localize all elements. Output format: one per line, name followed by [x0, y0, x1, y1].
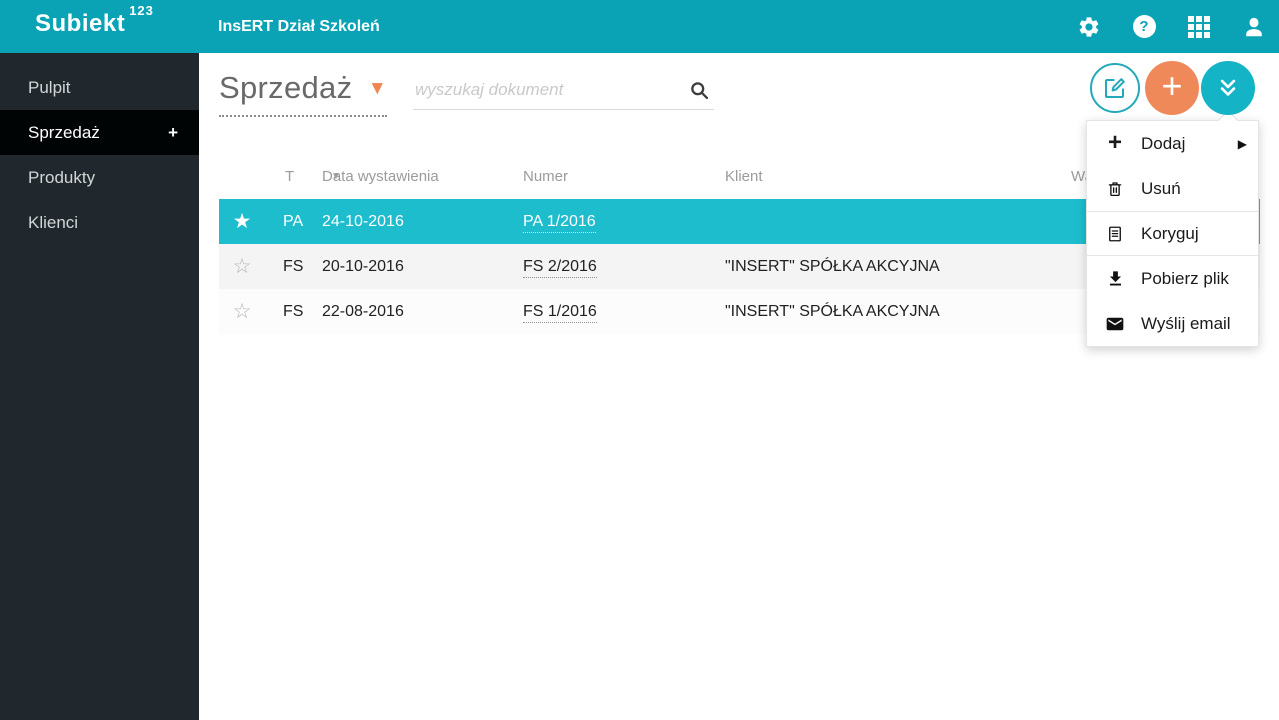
page-title: Sprzedaż [219, 70, 352, 106]
cell-issue-date: 24-10-2016 [322, 199, 404, 244]
doc-number-link[interactable]: FS 2/2016 [523, 244, 597, 289]
trash-icon [1104, 180, 1126, 198]
app-logo[interactable]: Subiekt123 [35, 10, 154, 38]
settings-gear-icon[interactable] [1076, 14, 1102, 40]
help-question-glyph: ? [1133, 15, 1156, 38]
star-outline-icon[interactable]: ☆ [229, 289, 255, 334]
topbar: Subiekt123 InsERT Dział Szkoleń ? [0, 0, 1279, 53]
sidebar-item-label: Sprzedaż [28, 123, 100, 142]
document-icon [1104, 225, 1126, 243]
menu-item-wyslij-email[interactable]: Wyślij email [1087, 301, 1258, 346]
cell-issue-date: 20-10-2016 [322, 244, 404, 289]
page-title-dropdown[interactable]: Sprzedaż ▼ [219, 70, 387, 117]
column-header-type: T [285, 155, 294, 199]
doc-number-link[interactable]: PA 1/2016 [523, 199, 596, 244]
column-header-client: Klient [725, 155, 763, 199]
app-root: Subiekt123 InsERT Dział Szkoleń ? Pulpit… [0, 0, 1279, 720]
cell-doc-type: FS [283, 289, 303, 334]
star-outline-icon[interactable]: ☆ [229, 244, 255, 289]
sort-caret-icon: ▼ [331, 155, 341, 199]
cell-client: "INSERT" SPÓŁKA AKCYJNA [725, 289, 940, 334]
menu-item-label: Wyślij email [1141, 314, 1231, 334]
menu-item-label: Dodaj [1141, 134, 1185, 154]
sidebar-item-pulpit[interactable]: Pulpit [0, 65, 199, 110]
user-profile-icon[interactable] [1241, 14, 1267, 40]
title-caret-icon: ▼ [368, 78, 387, 99]
cell-issue-date: 22-08-2016 [322, 289, 404, 334]
expand-plus-icon[interactable]: + [168, 110, 178, 155]
topbar-icons: ? [1076, 0, 1267, 53]
sidebar: Pulpit Sprzedaż + Produkty Klienci [0, 53, 199, 720]
download-icon [1104, 269, 1126, 288]
search-box [413, 74, 714, 110]
menu-item-pobierz-plik[interactable]: Pobierz plik [1087, 256, 1258, 301]
sidebar-item-label: Klienci [28, 213, 78, 232]
double-chevron-down-icon [1215, 75, 1241, 101]
sidebar-item-produkty[interactable]: Produkty [0, 155, 199, 200]
column-header-number: Numer [523, 155, 568, 199]
menu-item-label: Usuń [1141, 179, 1181, 199]
search-input[interactable] [413, 74, 714, 110]
menu-item-label: Pobierz plik [1141, 269, 1229, 289]
star-filled-icon[interactable]: ★ [229, 199, 255, 244]
doc-number-link[interactable]: FS 1/2016 [523, 289, 597, 334]
cell-doc-type: FS [283, 244, 303, 289]
sidebar-item-sprzedaz[interactable]: Sprzedaż + [0, 110, 199, 155]
apps-grid-icon[interactable] [1186, 14, 1212, 40]
logo-text: Subiekt [35, 10, 125, 37]
actions-dropdown-menu: + Dodaj ▶ Usuń Koryguj Pobierz plik [1086, 120, 1259, 347]
edit-pencil-icon [1103, 76, 1127, 100]
sidebar-item-label: Produkty [28, 168, 95, 187]
more-actions-button[interactable] [1201, 61, 1255, 115]
add-document-button[interactable]: + [1145, 61, 1199, 115]
submenu-arrow-icon: ▶ [1238, 137, 1247, 151]
help-icon[interactable]: ? [1131, 14, 1157, 40]
cell-doc-type: PA [283, 199, 303, 244]
sidebar-item-label: Pulpit [28, 78, 71, 97]
envelope-icon [1104, 314, 1126, 334]
search-icon[interactable] [689, 80, 710, 106]
edit-document-button[interactable] [1090, 63, 1140, 113]
menu-item-usun[interactable]: Usuń [1087, 166, 1258, 211]
logo-sup: 123 [129, 3, 154, 18]
sidebar-item-klienci[interactable]: Klienci [0, 200, 199, 245]
company-name: InsERT Dział Szkoleń [218, 18, 380, 36]
menu-item-koryguj[interactable]: Koryguj [1087, 211, 1258, 256]
menu-item-label: Koryguj [1141, 224, 1199, 244]
menu-item-dodaj[interactable]: + Dodaj ▶ [1087, 121, 1258, 166]
cell-client: "INSERT" SPÓŁKA AKCYJNA [725, 244, 940, 289]
